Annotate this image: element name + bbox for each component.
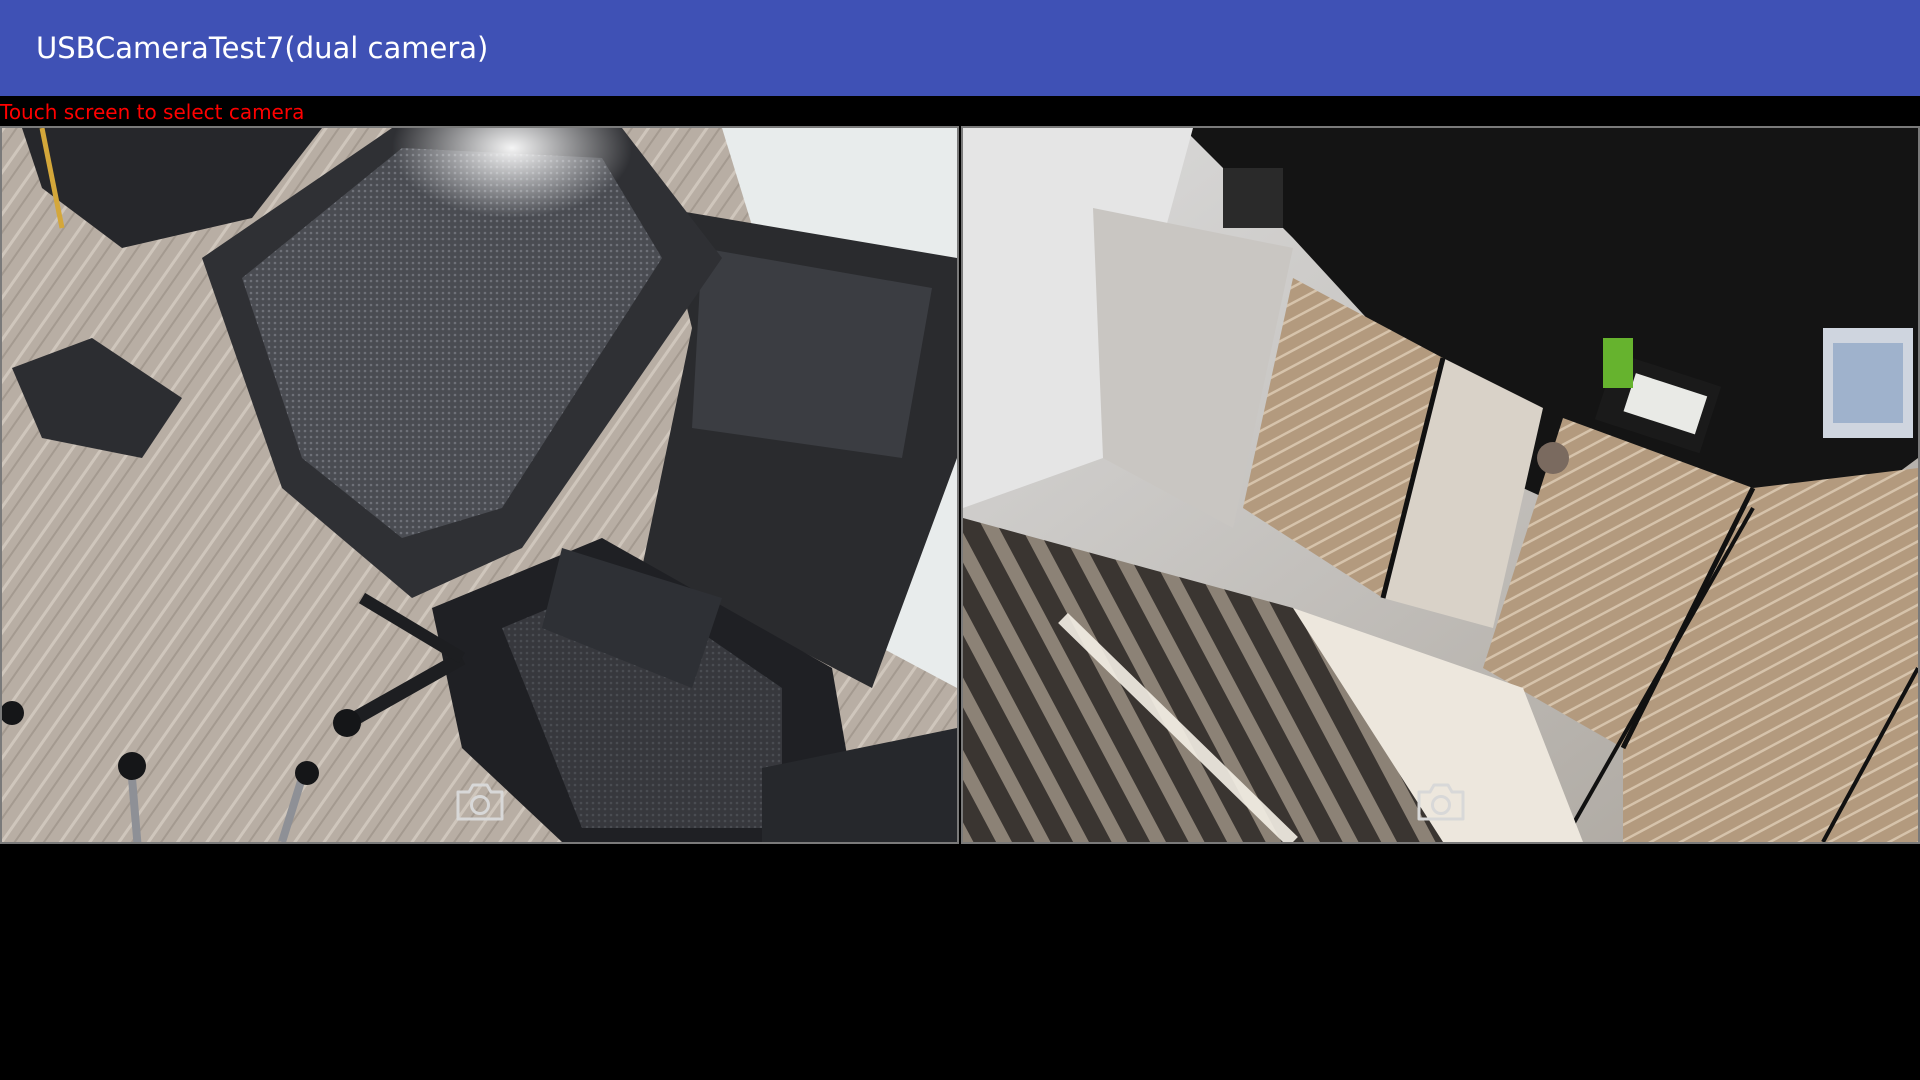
capture-button-left[interactable] <box>454 782 506 822</box>
camera-preview-right[interactable] <box>961 126 1920 844</box>
camera-preview-left[interactable] <box>0 126 959 844</box>
capture-button-right[interactable] <box>1415 782 1467 822</box>
camera-icon <box>1417 783 1464 821</box>
camera-feed-right <box>963 128 1918 842</box>
empty-bottom-area <box>0 845 1920 1080</box>
app-bar: USBCameraTest7(dual camera) <box>0 0 1920 96</box>
app-title: USBCameraTest7(dual camera) <box>36 31 489 65</box>
camera-icon <box>456 783 503 821</box>
camera-feed-left <box>2 128 957 842</box>
select-camera-hint: Touch screen to select camera <box>0 100 305 124</box>
